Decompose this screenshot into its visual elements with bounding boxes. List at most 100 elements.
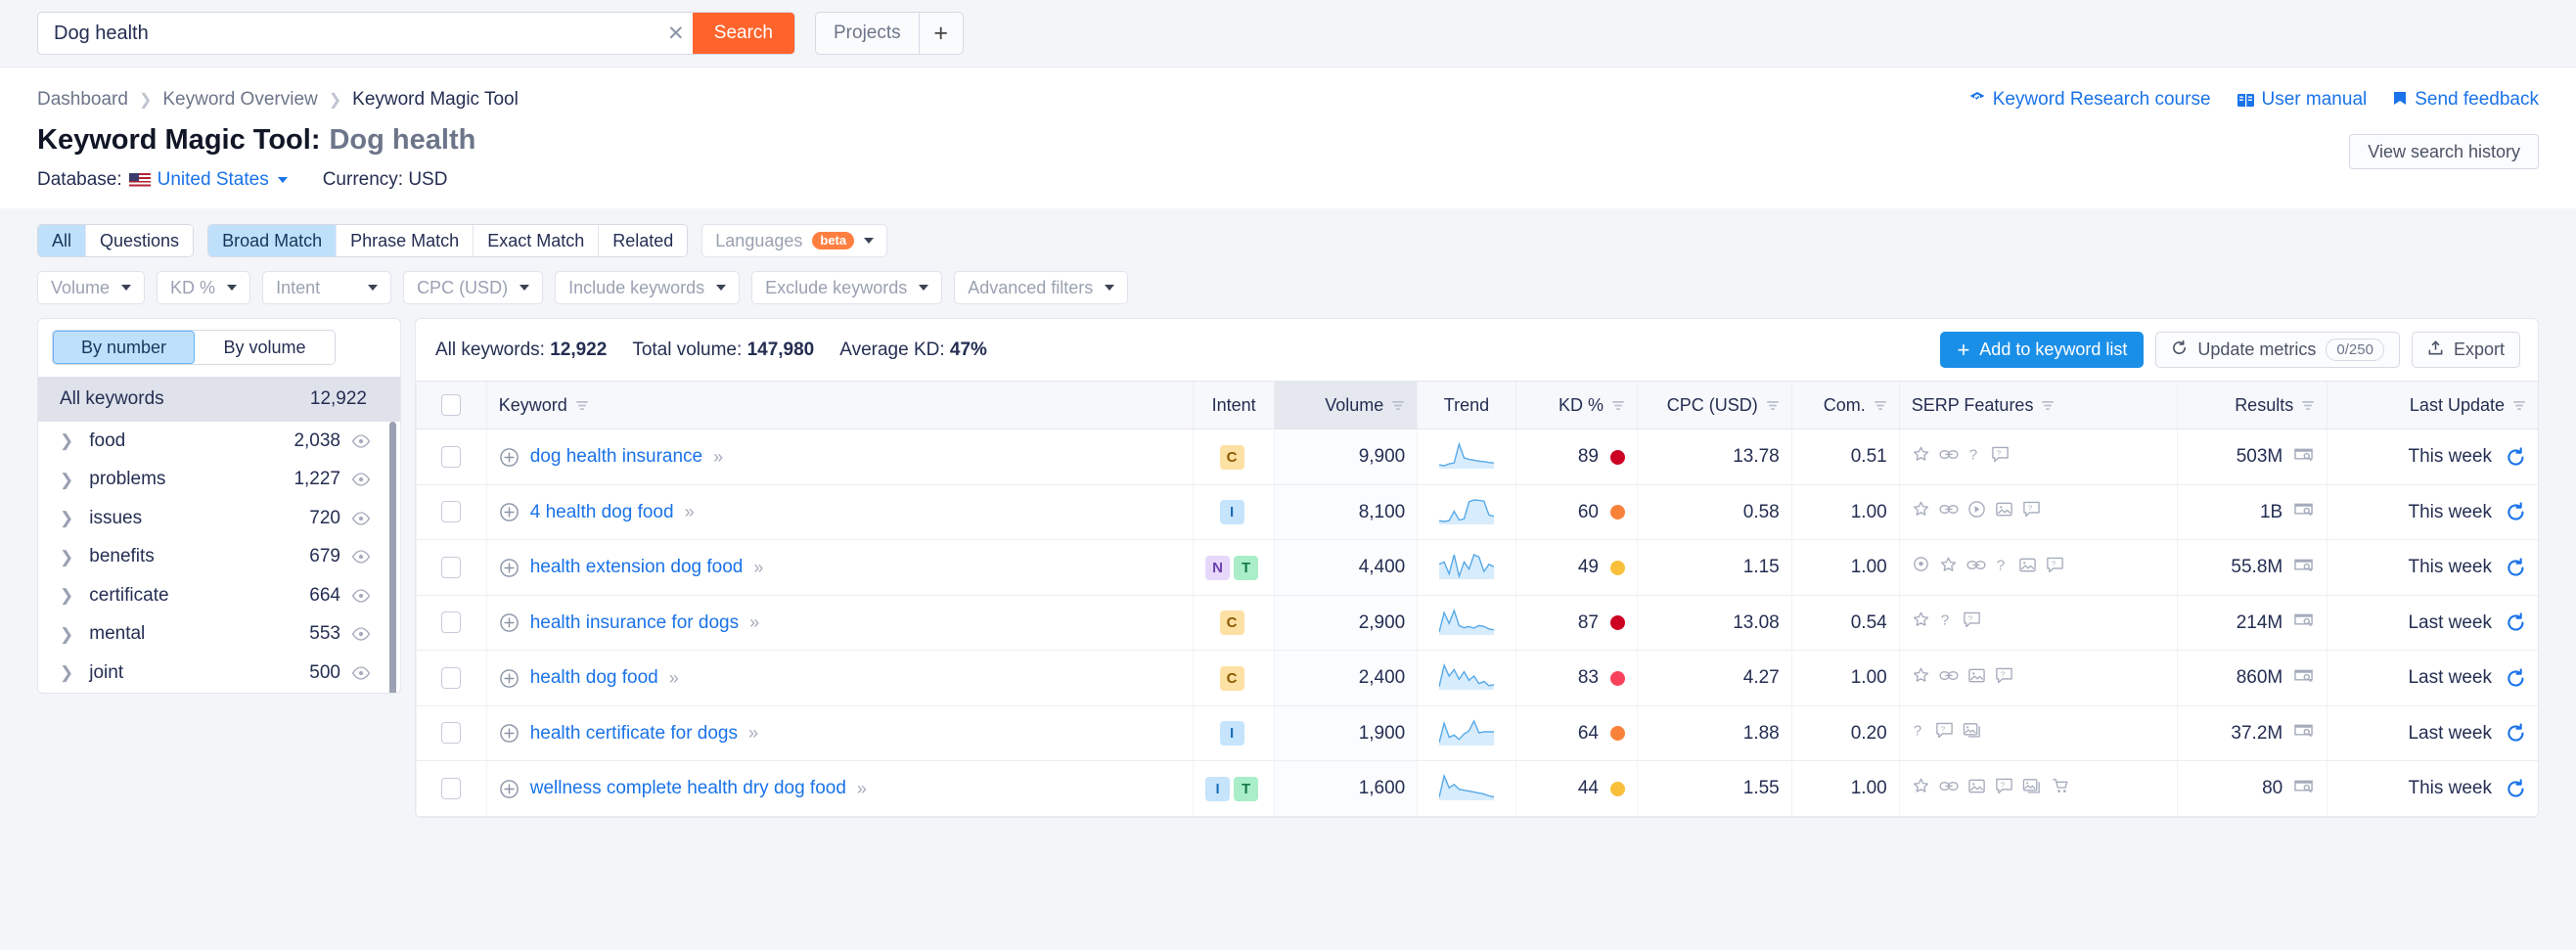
- local-pack-icon[interactable]: [1912, 556, 1930, 580]
- double-chevron-right-icon[interactable]: »: [753, 558, 763, 578]
- tab-questions[interactable]: Questions: [86, 225, 194, 256]
- chevron-right-icon[interactable]: ❯: [60, 626, 73, 643]
- sidebar-item-problems[interactable]: ❯ problems 1,227: [38, 461, 400, 500]
- chevron-right-icon[interactable]: ❯: [60, 664, 73, 681]
- chevron-right-icon[interactable]: ❯: [60, 549, 73, 565]
- double-chevron-right-icon[interactable]: »: [857, 779, 867, 799]
- double-chevron-right-icon[interactable]: »: [685, 502, 695, 522]
- answer-box-icon[interactable]: ?: [1963, 611, 1981, 635]
- serp-preview-icon[interactable]: [2293, 556, 2315, 580]
- user-manual-link[interactable]: User manual: [2237, 89, 2367, 111]
- add-keyword-icon[interactable]: [499, 612, 520, 633]
- serp-preview-icon[interactable]: [2293, 611, 2315, 635]
- eye-icon[interactable]: [351, 549, 371, 565]
- filter-exclude-keywords[interactable]: Exclude keywords: [751, 271, 943, 304]
- table-row[interactable]: 4 health dog food » I 8,100 60 0.58 1.00? 1B Thi…: [416, 484, 2538, 541]
- star-icon[interactable]: [1939, 556, 1958, 580]
- add-keyword-icon[interactable]: [499, 558, 520, 578]
- view-search-history-button[interactable]: View search history: [2349, 134, 2539, 169]
- link-icon[interactable]: [1939, 777, 1959, 801]
- keyword-research-course-link[interactable]: Keyword Research course: [1968, 89, 2211, 111]
- column-header-serp[interactable]: SERP Features: [1898, 380, 2178, 430]
- add-keyword-icon[interactable]: [499, 502, 520, 522]
- refresh-icon[interactable]: [2506, 778, 2526, 799]
- star-icon[interactable]: [1912, 445, 1930, 470]
- refresh-icon[interactable]: [2506, 446, 2526, 468]
- refresh-icon[interactable]: [2506, 723, 2526, 744]
- send-feedback-link[interactable]: Send feedback: [2392, 89, 2539, 111]
- keyword-link[interactable]: wellness complete health dry dog food: [530, 778, 846, 799]
- star-icon[interactable]: [1912, 611, 1930, 635]
- sidebar-item-issues[interactable]: ❯ issues 720: [38, 499, 400, 538]
- eye-icon[interactable]: [351, 626, 371, 642]
- chevron-right-icon[interactable]: ❯: [60, 587, 73, 604]
- column-header-com[interactable]: Com.: [1790, 380, 1900, 430]
- tab-broad-match[interactable]: Broad Match: [208, 225, 338, 256]
- filter-cpc[interactable]: CPC (USD): [403, 271, 544, 304]
- projects-button[interactable]: Projects: [816, 13, 920, 54]
- sidebar-item-certificate[interactable]: ❯ certificate 664: [38, 576, 400, 615]
- filter-intent[interactable]: Intent: [262, 271, 392, 304]
- breadcrumb-item-keyword-overview[interactable]: Keyword Overview: [162, 89, 317, 111]
- refresh-icon[interactable]: [2506, 612, 2526, 633]
- languages-dropdown[interactable]: Languages beta: [701, 224, 888, 257]
- filter-include-keywords[interactable]: Include keywords: [555, 271, 741, 304]
- column-header-cpc[interactable]: CPC (USD): [1636, 380, 1792, 430]
- add-keyword-icon[interactable]: [499, 723, 520, 744]
- sidebar-scrollbar-thumb[interactable]: [389, 422, 396, 693]
- table-row[interactable]: health insurance for dogs » C 2,900 87 13.08 0…: [416, 595, 2538, 652]
- link-icon[interactable]: [1939, 500, 1959, 524]
- star-icon[interactable]: [1912, 666, 1930, 691]
- eye-icon[interactable]: [351, 472, 371, 487]
- sort-icon[interactable]: [2301, 398, 2315, 412]
- tab-related[interactable]: Related: [599, 225, 688, 256]
- clear-search-icon[interactable]: ✕: [659, 13, 693, 54]
- answer-box-icon[interactable]: ?: [1995, 666, 2013, 691]
- table-row[interactable]: dog health insurance » C 9,900 89 13.78 0.51??…: [416, 429, 2538, 485]
- search-button[interactable]: Search: [692, 13, 794, 54]
- link-icon[interactable]: [1939, 445, 1959, 470]
- question-icon[interactable]: ?: [1995, 556, 2010, 580]
- database-value[interactable]: United States: [158, 169, 269, 191]
- eye-icon[interactable]: [351, 433, 371, 449]
- answer-box-icon[interactable]: ?: [1935, 721, 1954, 746]
- column-header-volume[interactable]: Volume: [1274, 380, 1418, 430]
- image-icon[interactable]: [1995, 500, 2013, 524]
- filter-volume[interactable]: Volume: [37, 271, 146, 304]
- column-header-results[interactable]: Results: [2177, 380, 2327, 430]
- image-carousel-icon[interactable]: [2022, 777, 2043, 801]
- row-checkbox[interactable]: [441, 611, 462, 634]
- question-icon[interactable]: ?: [1967, 445, 1982, 470]
- toggle-by-volume[interactable]: By volume: [195, 331, 335, 364]
- answer-box-icon[interactable]: ?: [2046, 556, 2064, 580]
- table-row[interactable]: wellness complete health dry dog food» I T…: [416, 760, 2538, 817]
- sort-icon[interactable]: [575, 398, 589, 412]
- question-icon[interactable]: ?: [1939, 611, 1954, 635]
- double-chevron-right-icon[interactable]: »: [713, 447, 723, 468]
- add-project-icon[interactable]: +: [920, 13, 963, 54]
- link-icon[interactable]: [1966, 556, 1986, 580]
- serp-preview-icon[interactable]: [2293, 500, 2315, 524]
- database-selector[interactable]: Database: United States: [37, 169, 288, 191]
- answer-box-icon[interactable]: ?: [2022, 500, 2041, 524]
- sidebar-item-all-keywords[interactable]: All keywords 12,922: [38, 377, 400, 422]
- sort-icon[interactable]: [1874, 398, 1887, 412]
- keyword-link[interactable]: health certificate for dogs: [530, 723, 738, 745]
- row-checkbox[interactable]: [441, 722, 462, 745]
- keyword-link[interactable]: health insurance for dogs: [530, 612, 739, 634]
- sidebar-item-joint[interactable]: ❯ joint 500: [38, 654, 400, 693]
- add-keyword-icon[interactable]: [499, 779, 520, 799]
- serp-preview-icon[interactable]: [2293, 445, 2315, 470]
- image-icon[interactable]: [1967, 777, 1986, 801]
- refresh-icon[interactable]: [2506, 667, 2526, 689]
- serp-preview-icon[interactable]: [2293, 777, 2315, 801]
- chevron-right-icon[interactable]: ❯: [60, 510, 73, 526]
- sidebar-item-mental[interactable]: ❯ mental 553: [38, 615, 400, 655]
- table-row[interactable]: health certificate for dogs » I 1,900 64 1.88…: [416, 705, 2538, 762]
- toggle-by-number[interactable]: By number: [53, 331, 195, 364]
- sidebar-item-benefits[interactable]: ❯ benefits 679: [38, 538, 400, 577]
- table-row[interactable]: health dog food » C 2,400 83 4.27 1.00? 860M Las…: [416, 650, 2538, 706]
- sort-icon[interactable]: [1766, 398, 1780, 412]
- add-keyword-icon[interactable]: [499, 447, 520, 468]
- image-icon[interactable]: [2018, 556, 2037, 580]
